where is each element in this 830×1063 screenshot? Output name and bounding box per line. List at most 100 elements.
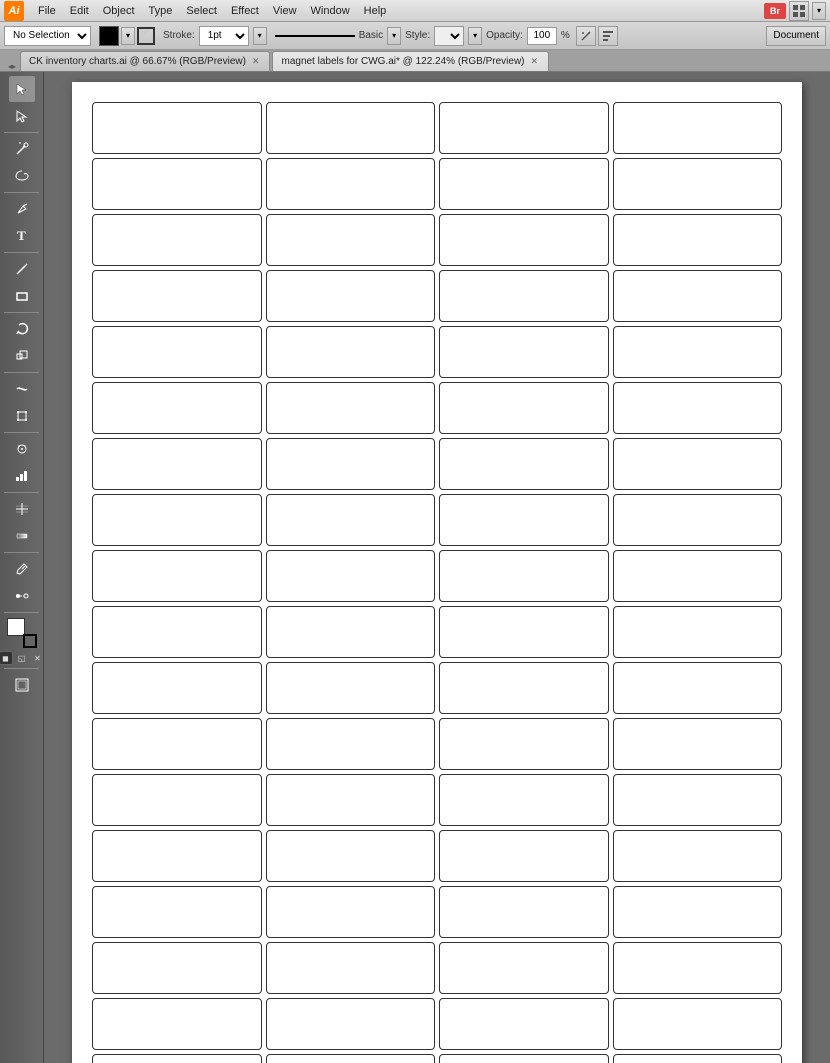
no-fill-btn[interactable]: ✕	[31, 651, 45, 665]
label-cell	[266, 942, 436, 994]
color-selector[interactable]	[7, 618, 37, 648]
label-cell	[92, 438, 262, 490]
label-cell	[439, 550, 609, 602]
tab-scroll-arrows: ◂▸	[8, 62, 16, 71]
screen-mode-btn[interactable]	[9, 672, 35, 698]
label-cell	[92, 830, 262, 882]
rectangle-tool[interactable]	[9, 283, 35, 309]
label-cell	[439, 214, 609, 266]
fill-arrow[interactable]: ▾	[121, 27, 135, 45]
label-cell	[92, 606, 262, 658]
stroke-box[interactable]	[23, 634, 37, 648]
label-cell	[92, 942, 262, 994]
label-cell	[92, 886, 262, 938]
fill-color-swatch[interactable]	[99, 26, 119, 46]
label-cell	[439, 998, 609, 1050]
label-cell	[266, 102, 436, 154]
type-tool[interactable]: T	[9, 223, 35, 249]
br-badge: Br	[764, 3, 786, 19]
stroke-weight-input[interactable]: 1pt	[199, 26, 249, 46]
app-logo: Ai	[4, 1, 24, 21]
selection-dropdown[interactable]: No Selection	[4, 26, 91, 46]
style-arrow[interactable]: ▾	[468, 27, 482, 45]
menu-window[interactable]: Window	[305, 3, 356, 19]
label-cell	[613, 606, 783, 658]
canvas-scroll[interactable]: ▶	[44, 72, 830, 1063]
label-cell	[613, 998, 783, 1050]
magic-wand-tool[interactable]	[9, 136, 35, 162]
pen-tool[interactable]	[9, 196, 35, 222]
menu-object[interactable]: Object	[97, 3, 141, 19]
left-toolbar: T	[0, 72, 44, 1063]
label-cell	[92, 1054, 262, 1063]
tool-sep-3	[4, 252, 38, 253]
eyedropper-tool[interactable]	[9, 556, 35, 582]
line-weight-area	[275, 29, 355, 43]
free-transform-tool[interactable]	[9, 403, 35, 429]
scale-tool[interactable]	[9, 343, 35, 369]
rotate-tool[interactable]	[9, 316, 35, 342]
lasso-tool[interactable]	[9, 163, 35, 189]
label-cell	[439, 942, 609, 994]
menu-arrow[interactable]: ▾	[812, 2, 826, 20]
line-tool[interactable]	[9, 256, 35, 282]
wand-icon-btn[interactable]	[576, 26, 596, 46]
tool-sep-4	[4, 312, 38, 313]
label-cell	[439, 774, 609, 826]
direct-selection-tool[interactable]	[9, 103, 35, 129]
basic-arrow[interactable]: ▾	[387, 27, 401, 45]
canvas-area: ▶	[44, 72, 830, 1063]
tool-sep-7	[4, 492, 38, 493]
tab-2[interactable]: magnet labels for CWG.ai* @ 122.24% (RGB…	[272, 51, 549, 71]
label-cell	[613, 382, 783, 434]
tool-sep-1	[4, 132, 38, 133]
document-button[interactable]: Document	[766, 26, 826, 46]
opacity-input[interactable]	[527, 27, 557, 45]
tab-1[interactable]: CK inventory charts.ai @ 66.67% (RGB/Pre…	[20, 51, 270, 71]
tab-bar: ◂▸ CK inventory charts.ai @ 66.67% (RGB/…	[0, 50, 830, 72]
menu-edit[interactable]: Edit	[64, 3, 95, 19]
menu-help[interactable]: Help	[358, 3, 393, 19]
label-cell	[613, 830, 783, 882]
menu-file[interactable]: File	[32, 3, 62, 19]
graph-tool[interactable]	[9, 463, 35, 489]
blend-tool[interactable]	[9, 583, 35, 609]
style-select[interactable]	[434, 26, 464, 46]
label-cell	[266, 158, 436, 210]
menu-type[interactable]: Type	[143, 3, 179, 19]
label-cell	[439, 382, 609, 434]
menu-view[interactable]: View	[267, 3, 303, 19]
label-cell	[439, 158, 609, 210]
label-cell	[439, 102, 609, 154]
color-mode-btn[interactable]: ◼	[0, 651, 13, 665]
gradient-tool[interactable]	[9, 523, 35, 549]
percent-label: %	[561, 30, 570, 41]
align-icon-btn[interactable]	[598, 26, 618, 46]
stroke-arrow[interactable]: ▾	[253, 27, 267, 45]
label-cell	[613, 662, 783, 714]
gradient-mode-btn[interactable]: ◱	[15, 651, 29, 665]
label-cell	[613, 942, 783, 994]
warp-tool[interactable]	[9, 376, 35, 402]
label-cell	[266, 886, 436, 938]
tool-sep-6	[4, 432, 38, 433]
mesh-tool[interactable]	[9, 496, 35, 522]
menu-bar: Ai File Edit Object Type Select Effect V…	[0, 0, 830, 22]
menu-effect[interactable]: Effect	[225, 3, 265, 19]
tab-2-close[interactable]: ✕	[529, 56, 541, 67]
label-cell	[92, 550, 262, 602]
label-cell	[92, 998, 262, 1050]
grid-icon-btn[interactable]	[789, 1, 809, 21]
label-cell	[613, 886, 783, 938]
selection-tool[interactable]	[9, 76, 35, 102]
symbol-sprayer-tool[interactable]	[9, 436, 35, 462]
style-label: Style:	[405, 30, 430, 41]
tool-sep-2	[4, 192, 38, 193]
basic-label: Basic	[359, 30, 383, 41]
label-cell	[613, 214, 783, 266]
label-cell	[439, 886, 609, 938]
opacity-label: Opacity:	[486, 30, 523, 41]
menu-select[interactable]: Select	[180, 3, 223, 19]
label-cell	[439, 1054, 609, 1063]
tab-1-close[interactable]: ✕	[250, 56, 262, 67]
